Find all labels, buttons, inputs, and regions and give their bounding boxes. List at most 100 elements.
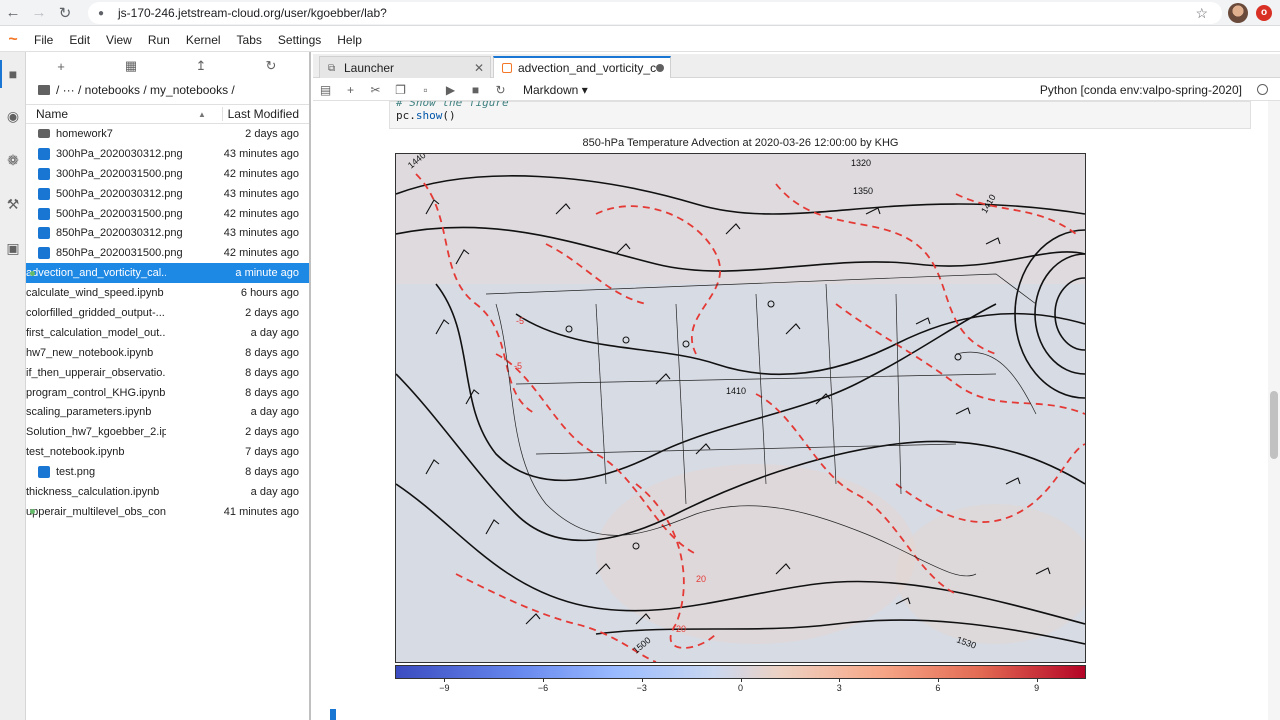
address-bar[interactable]: ● js-170-246.jetstream-cloud.org/user/kg… [88,2,1222,24]
new-launcher-icon[interactable]: + [26,59,96,74]
file-row[interactable]: 300hPa_2020030312.png 43 minutes ago [26,144,309,164]
file-row[interactable]: advection_and_vorticity_cal... a minute a… [26,263,363,377]
profile-avatar[interactable] [1228,3,1248,23]
lock-icon: ● [98,8,105,19]
tab-launcher[interactable]: ⧉ Launcher ✕ [319,56,491,78]
file-row[interactable]: hw7_new_notebook.ipynb 8 days ago [26,343,363,456]
menu-tabs[interactable]: Tabs [229,33,270,47]
file-modified: a day ago [250,406,299,419]
file-row[interactable]: upperair_multilevel_obs_con... 41 minutes… [26,502,363,615]
restart-icon[interactable]: ↻ [488,83,513,97]
stop-icon[interactable]: ■ [463,83,488,97]
tab-label: advection_and_vorticity_calc [518,61,656,75]
paste-icon[interactable]: ▫ [413,83,438,97]
contour-label: 1410 [726,386,746,396]
file-name[interactable]: 300hPa_2020030312.png [56,148,196,160]
file-row[interactable]: 300hPa_2020031500.png 42 minutes ago [26,164,309,184]
cell-collapser[interactable] [330,709,336,720]
file-browser: + ▦ ↥ ↻ / ··· / notebooks / my_notebooks… [26,52,363,720]
close-icon[interactable]: ✕ [474,61,490,75]
file-name[interactable]: upperair_multilevel_obs_con... [26,506,166,518]
file-name[interactable]: calculate_wind_speed.ipynb [26,287,166,299]
menu-settings[interactable]: Settings [270,33,329,47]
column-last-modified[interactable]: Last Modified [222,107,309,121]
file-name[interactable]: test.png [56,466,196,478]
run-icon[interactable]: ▶ [438,83,463,97]
file-row[interactable]: 850hPa_2020030312.png 43 minutes ago [26,223,309,243]
file-modified: 8 days ago [245,386,299,399]
breadcrumb[interactable]: / ··· / notebooks / my_notebooks / [26,80,309,100]
file-name[interactable]: advection_and_vorticity_cal... [26,267,166,279]
menu-file[interactable]: File [26,33,61,47]
tabs-icon[interactable]: ▣ [5,240,21,256]
bookmark-star-icon[interactable]: ☆ [1195,5,1208,22]
menu-edit[interactable]: Edit [61,33,98,47]
tab-notebook[interactable]: advection_and_vorticity_calc [493,56,671,78]
file-row[interactable]: if_then_upperair_observatio... 8 days ago [26,363,363,476]
file-row[interactable]: test_notebook.ipynb 7 days ago [26,442,363,556]
palette-icon[interactable]: ❁ [5,152,21,168]
menu-help[interactable]: Help [329,33,370,47]
code-cell[interactable]: # Show the figure pc.show() [389,101,1251,129]
file-row[interactable]: calculate_wind_speed.ipynb 6 hours ago [26,283,363,397]
cut-icon[interactable]: ✂ [363,83,388,97]
refresh-icon[interactable]: ↻ [236,58,306,74]
file-name[interactable]: homework7 [56,128,196,140]
file-modified: 2 days ago [245,127,299,140]
cell-type-select[interactable]: Markdown ▾ [523,83,588,97]
file-name[interactable]: test_notebook.ipynb [26,446,166,458]
file-row[interactable]: test.png 8 days ago [26,462,309,482]
file-name[interactable]: if_then_upperair_observatio... [26,367,166,379]
file-name[interactable]: program_control_KHG.ipynb [26,387,166,399]
sort-caret-icon[interactable]: ▲ [198,110,222,119]
jupyter-logo-icon: ~ [8,30,18,48]
file-name[interactable]: 850hPa_2020031500.png [56,247,196,259]
breadcrumb-path[interactable]: / ··· / notebooks / my_notebooks / [56,83,235,97]
menu-kernel[interactable]: Kernel [178,33,229,47]
file-name[interactable]: colorfilled_gridded_output-... [26,307,166,319]
running-icon[interactable]: ◉ [5,108,21,124]
menu-run[interactable]: Run [140,33,178,47]
browser-toolbar: ← → ↻ ● js-170-246.jetstream-cloud.org/u… [0,0,1280,26]
file-row[interactable]: Solution_hw7_kgoebber_2.ip... 2 days ago [26,422,363,536]
reload-icon[interactable]: ↻ [52,4,78,22]
file-row[interactable]: first_calculation_model_out...a day ago [26,323,363,436]
new-folder-icon[interactable]: ▦ [96,58,166,74]
file-row[interactable]: homework7 2 days ago [26,124,309,144]
wrench-icon[interactable]: ⚒ [5,196,21,212]
file-row[interactable]: program_control_KHG.ipynb 8 days ago [26,383,363,496]
file-name[interactable]: 300hPa_2020031500.png [56,168,196,180]
file-row[interactable]: colorfilled_gridded_output-... 2 days ago [26,303,363,417]
file-name[interactable]: Solution_hw7_kgoebber_2.ip... [26,426,166,438]
folder-icon[interactable]: ■ [5,66,21,82]
kernel-name[interactable]: Python [conda env:valpo-spring-2020] [1040,83,1242,97]
folder-icon[interactable] [38,85,50,95]
column-name[interactable]: Name [26,107,198,121]
file-name[interactable]: scaling_parameters.ipynb [26,406,166,418]
unsaved-dot-icon[interactable] [656,64,664,72]
file-row[interactable]: 500hPa_2020030312.png 43 minutes ago [26,184,309,204]
file-name[interactable]: hw7_new_notebook.ipynb [26,347,166,359]
upload-icon[interactable]: ↥ [166,58,236,74]
file-row[interactable]: 500hPa_2020031500.png 42 minutes ago [26,204,309,224]
extension-icon[interactable]: o [1256,5,1272,21]
file-name[interactable]: 500hPa_2020031500.png [56,208,196,220]
file-row[interactable]: 850hPa_2020031500.png 42 minutes ago [26,243,309,263]
file-name[interactable]: first_calculation_model_out... [26,327,166,339]
copy-icon[interactable]: ❐ [388,83,413,97]
colorbar-tick-mark [740,679,742,682]
scrollbar-thumb[interactable] [1270,391,1278,459]
save-icon[interactable]: ▤ [313,83,338,97]
menu-view[interactable]: View [98,33,140,47]
file-row[interactable]: thickness_calculation.ipynb a day ago [26,482,363,596]
forward-icon[interactable]: → [26,4,52,21]
insert-cell-icon[interactable]: + [338,83,363,97]
file-row[interactable]: scaling_parameters.ipynb a day ago [26,402,363,516]
file-name[interactable]: 500hPa_2020030312.png [56,188,196,200]
colorbar-tick-label: −9 [439,683,450,693]
back-icon[interactable]: ← [0,4,26,21]
notebook-scrollbar[interactable] [1268,101,1280,720]
contour-label: 1320 [851,158,871,168]
file-name[interactable]: thickness_calculation.ipynb [26,486,166,498]
file-name[interactable]: 850hPa_2020030312.png [56,227,196,239]
